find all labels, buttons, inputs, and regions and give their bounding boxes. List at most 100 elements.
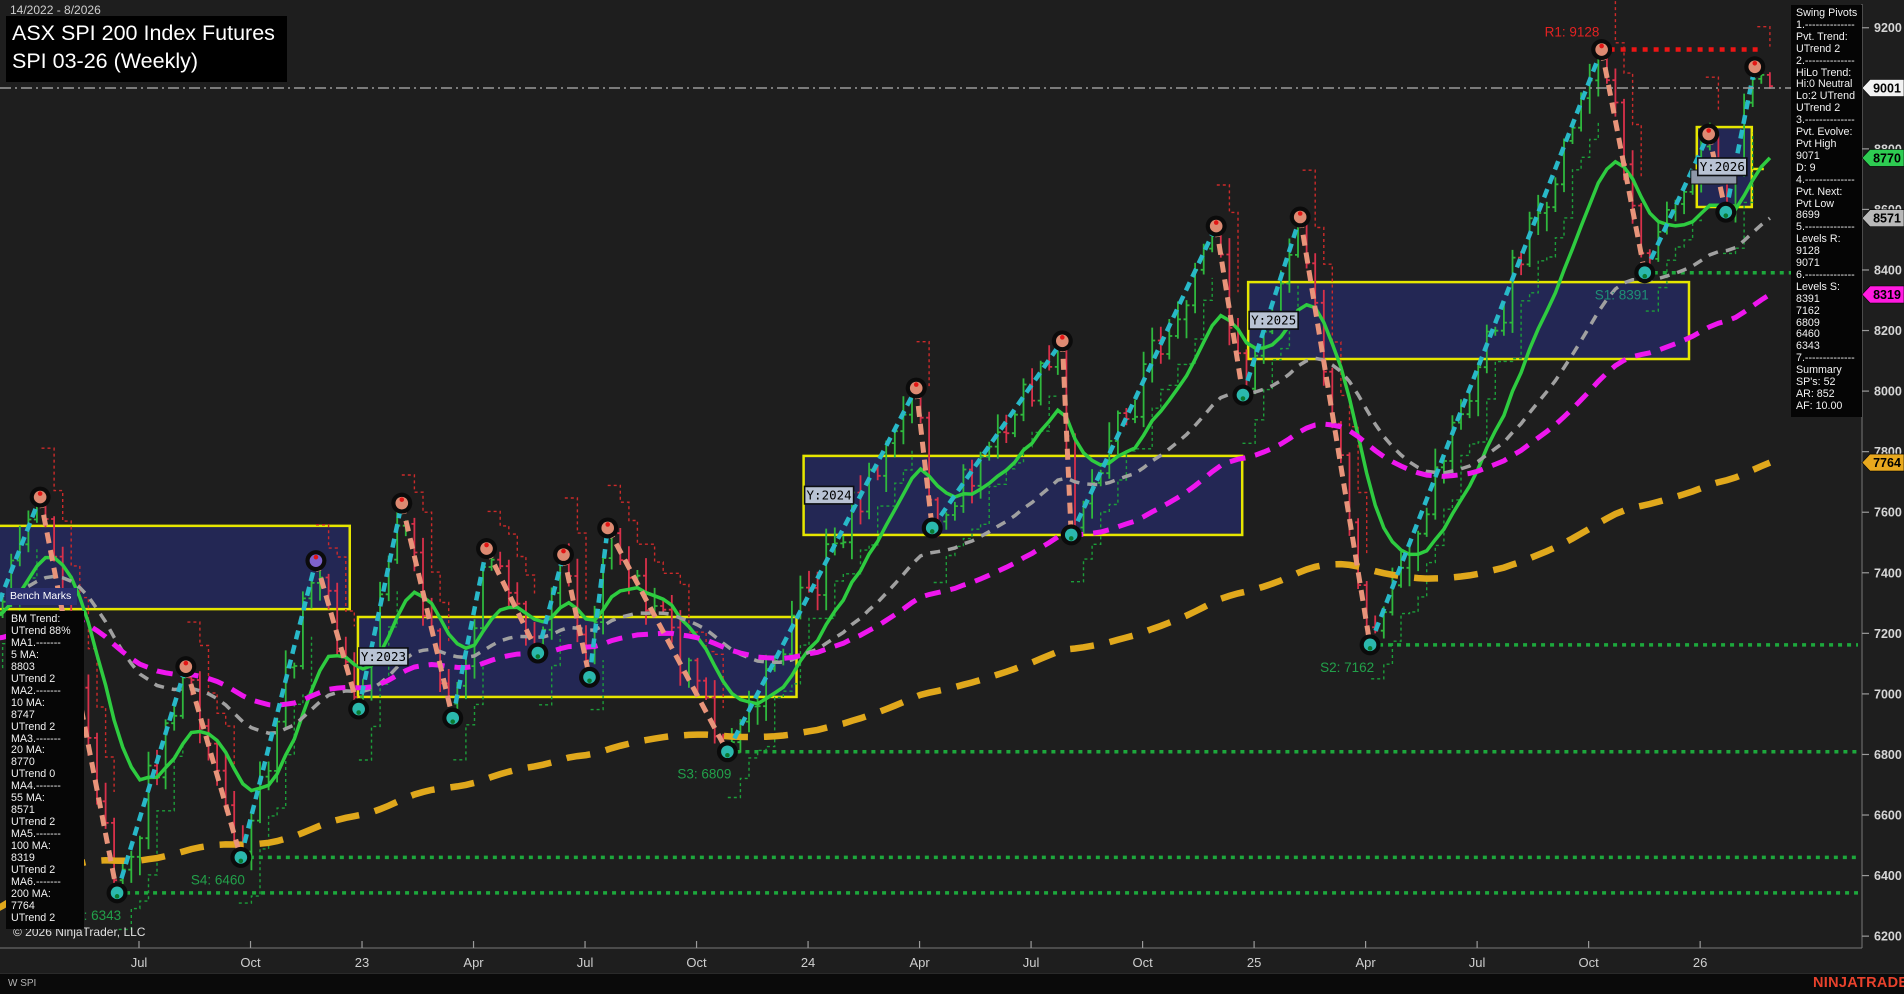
title-line2: SPI 03-26 (Weekly) — [12, 47, 275, 75]
year-label: Y:2024 — [807, 487, 852, 502]
panel-line: 10 MA: — [11, 698, 84, 710]
price-tag-text: 9001 — [1873, 82, 1901, 96]
price-tag-8770: 8770 — [1862, 149, 1904, 166]
chart-window: R1: 9128 S1: 8391 S2: 7162 S3: 6809 S4: 6460… — [0, 0, 1904, 994]
panel-line: Levels S: — [1796, 282, 1862, 294]
panel-line: AF: 10.00 — [1796, 401, 1862, 413]
panel-line: 8747 — [11, 710, 84, 722]
swing-low-marker — [107, 882, 128, 903]
price-tick-label: 6200 — [1874, 930, 1902, 944]
price-tag-text: 7764 — [1873, 456, 1901, 470]
price-tag-text: 8770 — [1873, 151, 1901, 165]
time-tick-label: Jul — [131, 955, 148, 970]
swing-low-marker — [230, 847, 251, 868]
swing-high-marker — [476, 538, 497, 559]
swing-high-marker — [906, 378, 927, 399]
support-label: S2: 7162 — [1320, 660, 1374, 675]
price-tick-label: 7000 — [1874, 687, 1902, 701]
panel-line: 8391 — [1796, 294, 1862, 306]
year-label: Y:2023 — [361, 649, 406, 664]
swing-low-marker — [717, 741, 738, 762]
swing-high-marker — [391, 493, 412, 514]
price-tag-7764: 7764 — [1862, 454, 1904, 471]
bench-marks-panel: BM Trend:UTrend 88%MA1.-------5 MA:8803U… — [6, 611, 84, 929]
panel-line: 4.-------------- — [1796, 175, 1862, 187]
panel-line: UTrend 2 — [11, 674, 84, 686]
panel-line: Pvt. Next: — [1796, 187, 1862, 199]
price-tick-label: 7600 — [1874, 506, 1902, 520]
swing-high-marker — [1052, 330, 1073, 351]
swing-low-marker — [1232, 385, 1253, 406]
date-range: 14/2022 - 8/2026 — [10, 3, 101, 17]
time-tick-label: Oct — [240, 955, 261, 970]
panel-line: 9071 — [1796, 151, 1862, 163]
chart-canvas[interactable]: R1: 9128 S1: 8391 S2: 7162 S3: 6809 S4: 6460… — [0, 0, 1904, 994]
time-tick-label: Jul — [577, 955, 594, 970]
time-tick-label: Jul — [1469, 955, 1486, 970]
price-tag-8571: 8571 — [1862, 210, 1904, 227]
instrument-tab[interactable]: W SPI — [8, 978, 36, 989]
title-line1: ASX SPI 200 Index Futures — [12, 19, 275, 47]
time-tick-label: 26 — [1693, 955, 1707, 970]
price-tick-label: 8400 — [1874, 263, 1902, 277]
year-label: Y:2026 — [1700, 159, 1745, 174]
time-tick-label: Apr — [909, 955, 930, 970]
time-tick-label: Apr — [1355, 955, 1376, 970]
price-tag-8319: 8319 — [1862, 286, 1904, 303]
swing-down-leg — [1602, 50, 1645, 273]
panel-line: D: 9 — [1796, 163, 1862, 175]
price-tag-text: 8319 — [1873, 288, 1901, 302]
panel-line: 2.-------------- — [1796, 56, 1862, 68]
panel-line: UTrend 2 — [11, 913, 84, 925]
swing-low-marker — [1061, 524, 1082, 545]
time-tick-label: Oct — [1579, 955, 1600, 970]
price-tick-label: 9200 — [1874, 21, 1902, 35]
time-tick-label: Oct — [1132, 955, 1153, 970]
panel-line: Pvt. Trend: — [1796, 32, 1862, 44]
time-tick-label: Apr — [463, 955, 484, 970]
price-tag-9001: 9001 — [1862, 80, 1904, 97]
swing-high-marker — [597, 517, 618, 538]
swing-high-marker — [1206, 216, 1227, 237]
price-tick-label: 6400 — [1874, 869, 1902, 883]
swing-low-marker — [1715, 202, 1736, 223]
chart-title: ASX SPI 200 Index Futures SPI 03-26 (Wee… — [6, 16, 287, 82]
swing-high-marker — [1698, 124, 1719, 145]
swing-high-marker — [175, 656, 196, 677]
support-label: S4: 6460 — [191, 872, 245, 887]
support-label: S1: 8391 — [1595, 288, 1649, 303]
time-tick-label: Oct — [686, 955, 707, 970]
swing-high-marker — [1744, 56, 1765, 77]
price-tick-label: 8200 — [1874, 324, 1902, 338]
time-tick-label: 25 — [1247, 955, 1261, 970]
ninjatrader-logo: NINJATRADER — [1813, 975, 1904, 991]
swing-high-marker — [1591, 39, 1612, 60]
time-tick-label: 23 — [355, 955, 369, 970]
time-axis[interactable]: JulOct23AprJulOct24AprJulOct25AprJulOct2… — [131, 941, 1708, 970]
price-tick-label: 7400 — [1874, 566, 1902, 580]
price-tick-label: 6800 — [1874, 748, 1902, 762]
swing-low-marker — [1360, 634, 1381, 655]
panel-line: 7162 — [1796, 306, 1862, 318]
resistance-label: R1: 9128 — [1545, 25, 1600, 40]
swing-low-marker — [1634, 262, 1655, 283]
price-tag-text: 8571 — [1873, 212, 1901, 226]
swing-high-marker — [1290, 206, 1311, 227]
swing-high-marker — [553, 544, 574, 565]
panel-line: MA2.------- — [11, 686, 84, 698]
bottom-strip — [0, 973, 1904, 994]
panel-line: UTrend 2 — [11, 722, 84, 734]
swing-low-marker — [922, 517, 943, 538]
support-label: S3: 6809 — [677, 767, 731, 782]
swing-low-marker — [442, 708, 463, 729]
year-label: Y:2025 — [1251, 313, 1296, 328]
swing-high-marker — [305, 550, 326, 571]
swing-low-marker — [348, 699, 369, 720]
swing-up-leg — [727, 388, 916, 752]
swing-high-marker — [30, 487, 51, 508]
price-tick-label: 6600 — [1874, 809, 1902, 823]
swing-low-marker — [579, 667, 600, 688]
panel-line: UTrend 2 — [1796, 44, 1862, 56]
price-tick-label: 7200 — [1874, 627, 1902, 641]
panel-line: 8803 — [11, 662, 84, 674]
